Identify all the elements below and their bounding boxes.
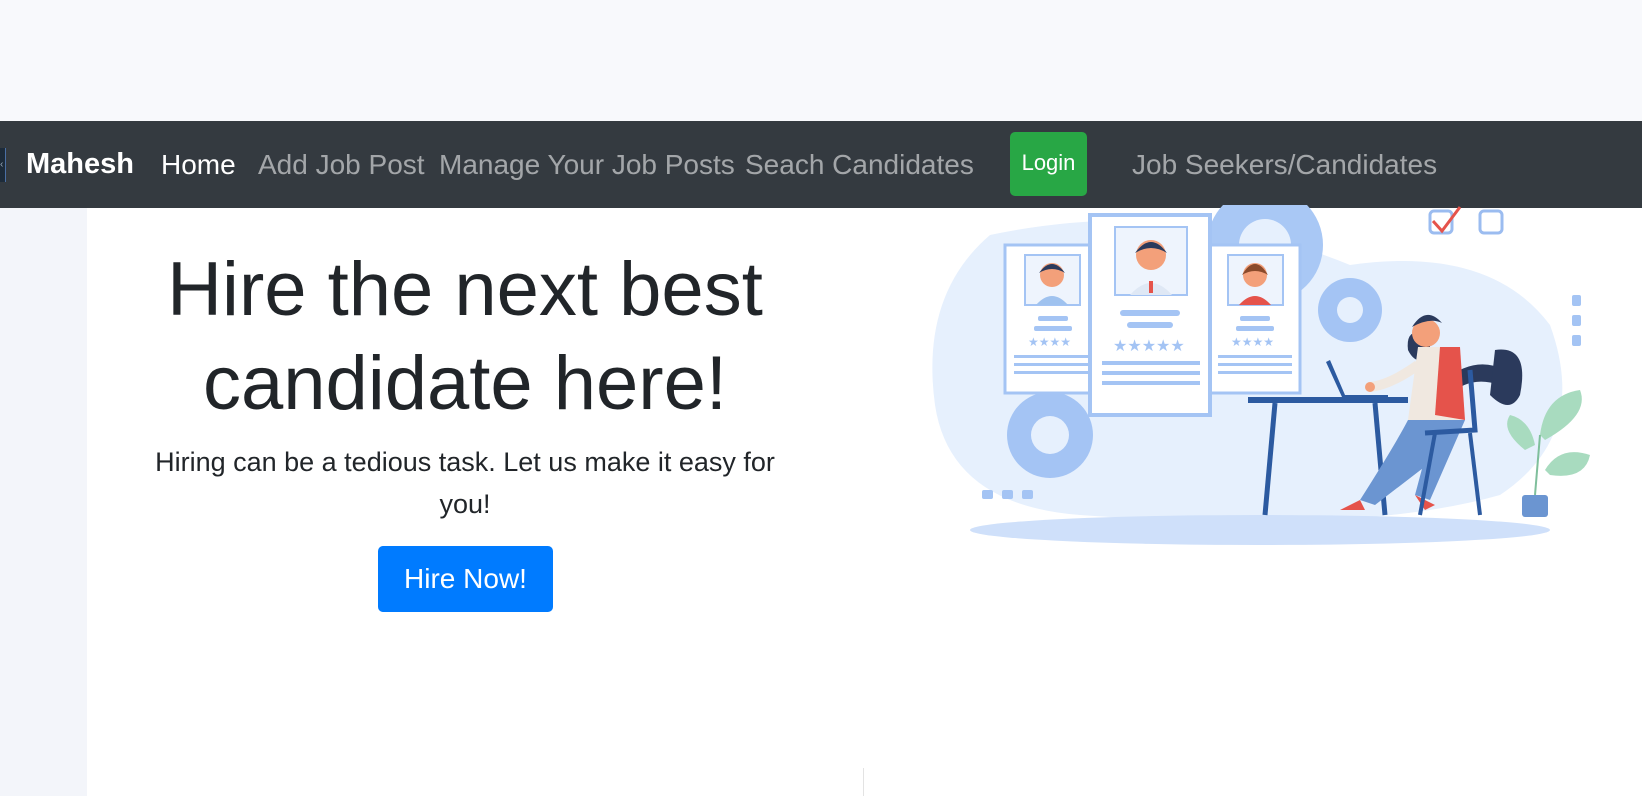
decor-dot: [982, 490, 993, 499]
decor-dot: [1002, 490, 1013, 499]
hire-now-button[interactable]: Hire Now!: [378, 546, 553, 612]
decor-dot: [1572, 335, 1581, 346]
nav-search-candidates-link[interactable]: Seach Candidates: [745, 121, 974, 208]
svg-text:★★★★★: ★★★★★: [1113, 336, 1185, 355]
nav-manage-job-posts-link[interactable]: Manage Your Job Posts: [439, 121, 735, 208]
decor-dot: [1572, 315, 1581, 326]
login-button[interactable]: Login: [1010, 132, 1087, 196]
checkbox-icon: [1478, 209, 1504, 235]
collapsed-sidebar-edge[interactable]: ‹: [0, 148, 6, 182]
nav-job-seekers-link[interactable]: Job Seekers/Candidates: [1132, 121, 1437, 208]
decor-dot: [1572, 295, 1581, 306]
column-divider: [863, 768, 864, 796]
floor-shadow: [970, 515, 1550, 545]
candidate-card-icon: ★★★★★: [1088, 213, 1212, 417]
gear-icon: [1318, 278, 1382, 342]
svg-text:★★★★: ★★★★: [1028, 335, 1071, 349]
hero-subtitle: Hiring can be a tedious task. Let us mak…: [155, 447, 775, 519]
navbar-brand[interactable]: Mahesh: [26, 121, 134, 208]
nav-home-link[interactable]: Home: [161, 121, 236, 208]
nav-add-job-post-link[interactable]: Add Job Post: [258, 121, 425, 208]
gear-icon: [1007, 392, 1093, 478]
hiring-illustration: ★★★★ ★★★★ ★★★★★: [932, 205, 1590, 545]
candidate-card-icon: ★★★★: [1208, 243, 1302, 395]
hero-title: Hire the next best candidate here!: [167, 247, 763, 426]
page-top-space: [0, 0, 1642, 121]
decor-dot: [1022, 490, 1033, 499]
content-left-band: [0, 208, 87, 796]
candidate-card-icon: ★★★★: [1003, 243, 1097, 395]
svg-text:★★★★: ★★★★: [1231, 335, 1274, 349]
